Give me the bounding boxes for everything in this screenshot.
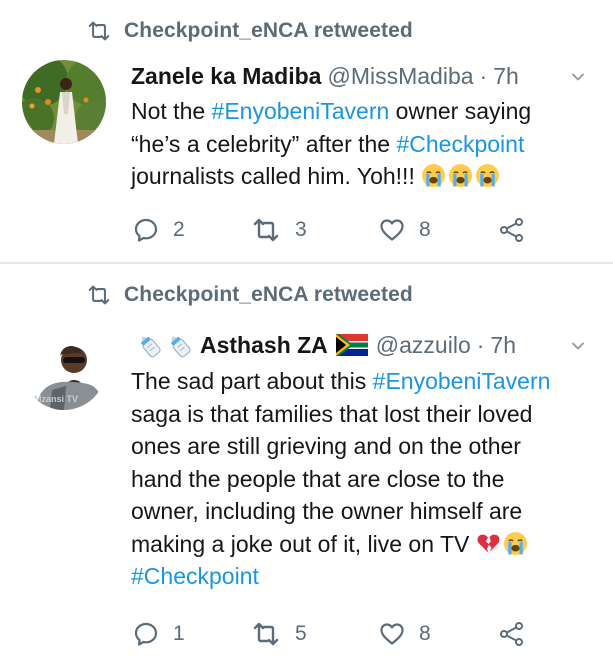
like-button[interactable]: 8 xyxy=(379,214,431,246)
author-handle[interactable]: @MissMadiba xyxy=(327,63,473,90)
retweeted-by-label[interactable]: Checkpoint_eNCA retweeted xyxy=(124,283,413,307)
tweet-line: journalists called him. Yoh!!! xyxy=(131,160,593,193)
retweet-count: 3 xyxy=(295,218,307,241)
tweet-line: owner, including the owner himself are xyxy=(131,498,523,524)
author-name[interactable]: Zanele ka Madiba xyxy=(131,63,321,90)
retweet-context[interactable]: Checkpoint_eNCA retweeted xyxy=(84,282,413,308)
tweet-line: “he’s a celebrity” after the #Checkpoint xyxy=(131,128,593,161)
reply-icon xyxy=(133,621,159,647)
text-segment: The sad part about this xyxy=(131,368,373,394)
avatar[interactable] xyxy=(22,60,106,144)
retweet-button[interactable]: 3 xyxy=(251,214,307,246)
loudly-crying-face-icon xyxy=(421,163,446,188)
avatar-photo xyxy=(22,60,106,144)
timestamp[interactable]: 7h xyxy=(490,332,516,359)
timestamp[interactable]: 7h xyxy=(493,63,519,90)
tweet-2[interactable]: Checkpoint_eNCA retweeted Mzansi TV Asth… xyxy=(0,264,613,666)
baby-bottle-icon xyxy=(134,331,164,359)
tweet-line: #Checkpoint xyxy=(131,560,593,593)
tweet-menu-button[interactable] xyxy=(567,64,589,90)
hashtag-link[interactable]: #EnyobeniTavern xyxy=(373,368,551,394)
separator-dot: · xyxy=(476,331,485,358)
tweet-line: saga is that families that lost their lo… xyxy=(131,400,533,427)
tweet-line: making a joke out of it, live on TV xyxy=(131,528,593,561)
text-segment: making a joke out of it, live on TV xyxy=(131,530,476,557)
avatar-text: Mzansi TV xyxy=(34,394,78,404)
south-africa-flag-icon xyxy=(335,334,368,356)
reply-count: 1 xyxy=(173,622,185,645)
separator-dot: · xyxy=(479,62,488,89)
like-count: 8 xyxy=(419,622,431,645)
tweet-text: The sad part about this #EnyobeniTavern … xyxy=(131,365,593,593)
retweet-button[interactable]: 5 xyxy=(251,618,307,650)
tweet-header: Asthash ZA @azzuilo · 7h xyxy=(134,329,516,361)
text-segment: “he’s a celebrity” after the xyxy=(131,130,397,157)
heart-icon xyxy=(379,621,405,647)
loudly-crying-face-icon xyxy=(503,531,528,556)
share-icon xyxy=(499,621,525,647)
avatar-photo: Mzansi TV xyxy=(22,326,106,410)
hashtag-link[interactable]: #Checkpoint xyxy=(131,563,259,589)
retweet-icon xyxy=(251,217,281,243)
reply-button[interactable]: 2 xyxy=(133,214,185,246)
baby-bottle-icon xyxy=(164,331,194,359)
tweet-line: ones are still grieving and on the other xyxy=(131,433,521,459)
text-segment: owner saying xyxy=(389,98,532,124)
tweet-line: The sad part about this #EnyobeniTavern xyxy=(131,365,593,398)
reply-button[interactable]: 1 xyxy=(133,618,185,650)
share-button[interactable] xyxy=(499,618,525,650)
like-count: 8 xyxy=(419,218,431,241)
heart-icon xyxy=(379,217,405,243)
retweet-count: 5 xyxy=(295,622,307,645)
like-button[interactable]: 8 xyxy=(379,618,431,650)
tweet-header: Zanele ka Madiba @MissMadiba · 7h xyxy=(131,60,519,92)
author-handle[interactable]: @azzuilo xyxy=(376,332,471,359)
retweeted-by-label[interactable]: Checkpoint_eNCA retweeted xyxy=(124,19,413,43)
reply-count: 2 xyxy=(173,218,185,241)
tweet-1[interactable]: Checkpoint_eNCA retweeted Zanele ka Madi… xyxy=(0,0,613,262)
loudly-crying-face-icon xyxy=(475,163,500,188)
text-segment: Not the xyxy=(131,98,212,124)
retweet-icon xyxy=(251,621,281,647)
hashtag-link[interactable]: #EnyobeniTavern xyxy=(212,98,390,124)
loudly-crying-face-icon xyxy=(448,163,473,188)
share-icon xyxy=(499,217,525,243)
tweet-actions: 2 3 8 xyxy=(131,214,551,246)
hashtag-link[interactable]: #Checkpoint xyxy=(396,131,524,157)
avatar[interactable]: Mzansi TV xyxy=(22,326,106,410)
tweet-menu-button[interactable] xyxy=(567,333,589,359)
author-name[interactable]: Asthash ZA xyxy=(200,332,328,359)
text-segment: journalists called him. Yoh!!! xyxy=(131,163,422,189)
tweet-line: Not the #EnyobeniTavern owner saying xyxy=(131,95,593,128)
retweet-icon xyxy=(84,284,114,306)
share-button[interactable] xyxy=(499,214,525,246)
retweet-icon xyxy=(84,20,114,42)
chevron-down-icon xyxy=(570,338,586,354)
tweet-actions: 1 5 8 xyxy=(131,618,551,650)
reply-icon xyxy=(133,217,159,243)
tweet-text: Not the #EnyobeniTavern owner saying “he… xyxy=(131,95,593,193)
retweet-context[interactable]: Checkpoint_eNCA retweeted xyxy=(84,18,413,44)
broken-heart-icon xyxy=(476,531,501,556)
tweet-line: hand the people that are close to the xyxy=(131,465,505,492)
chevron-down-icon xyxy=(570,69,586,85)
